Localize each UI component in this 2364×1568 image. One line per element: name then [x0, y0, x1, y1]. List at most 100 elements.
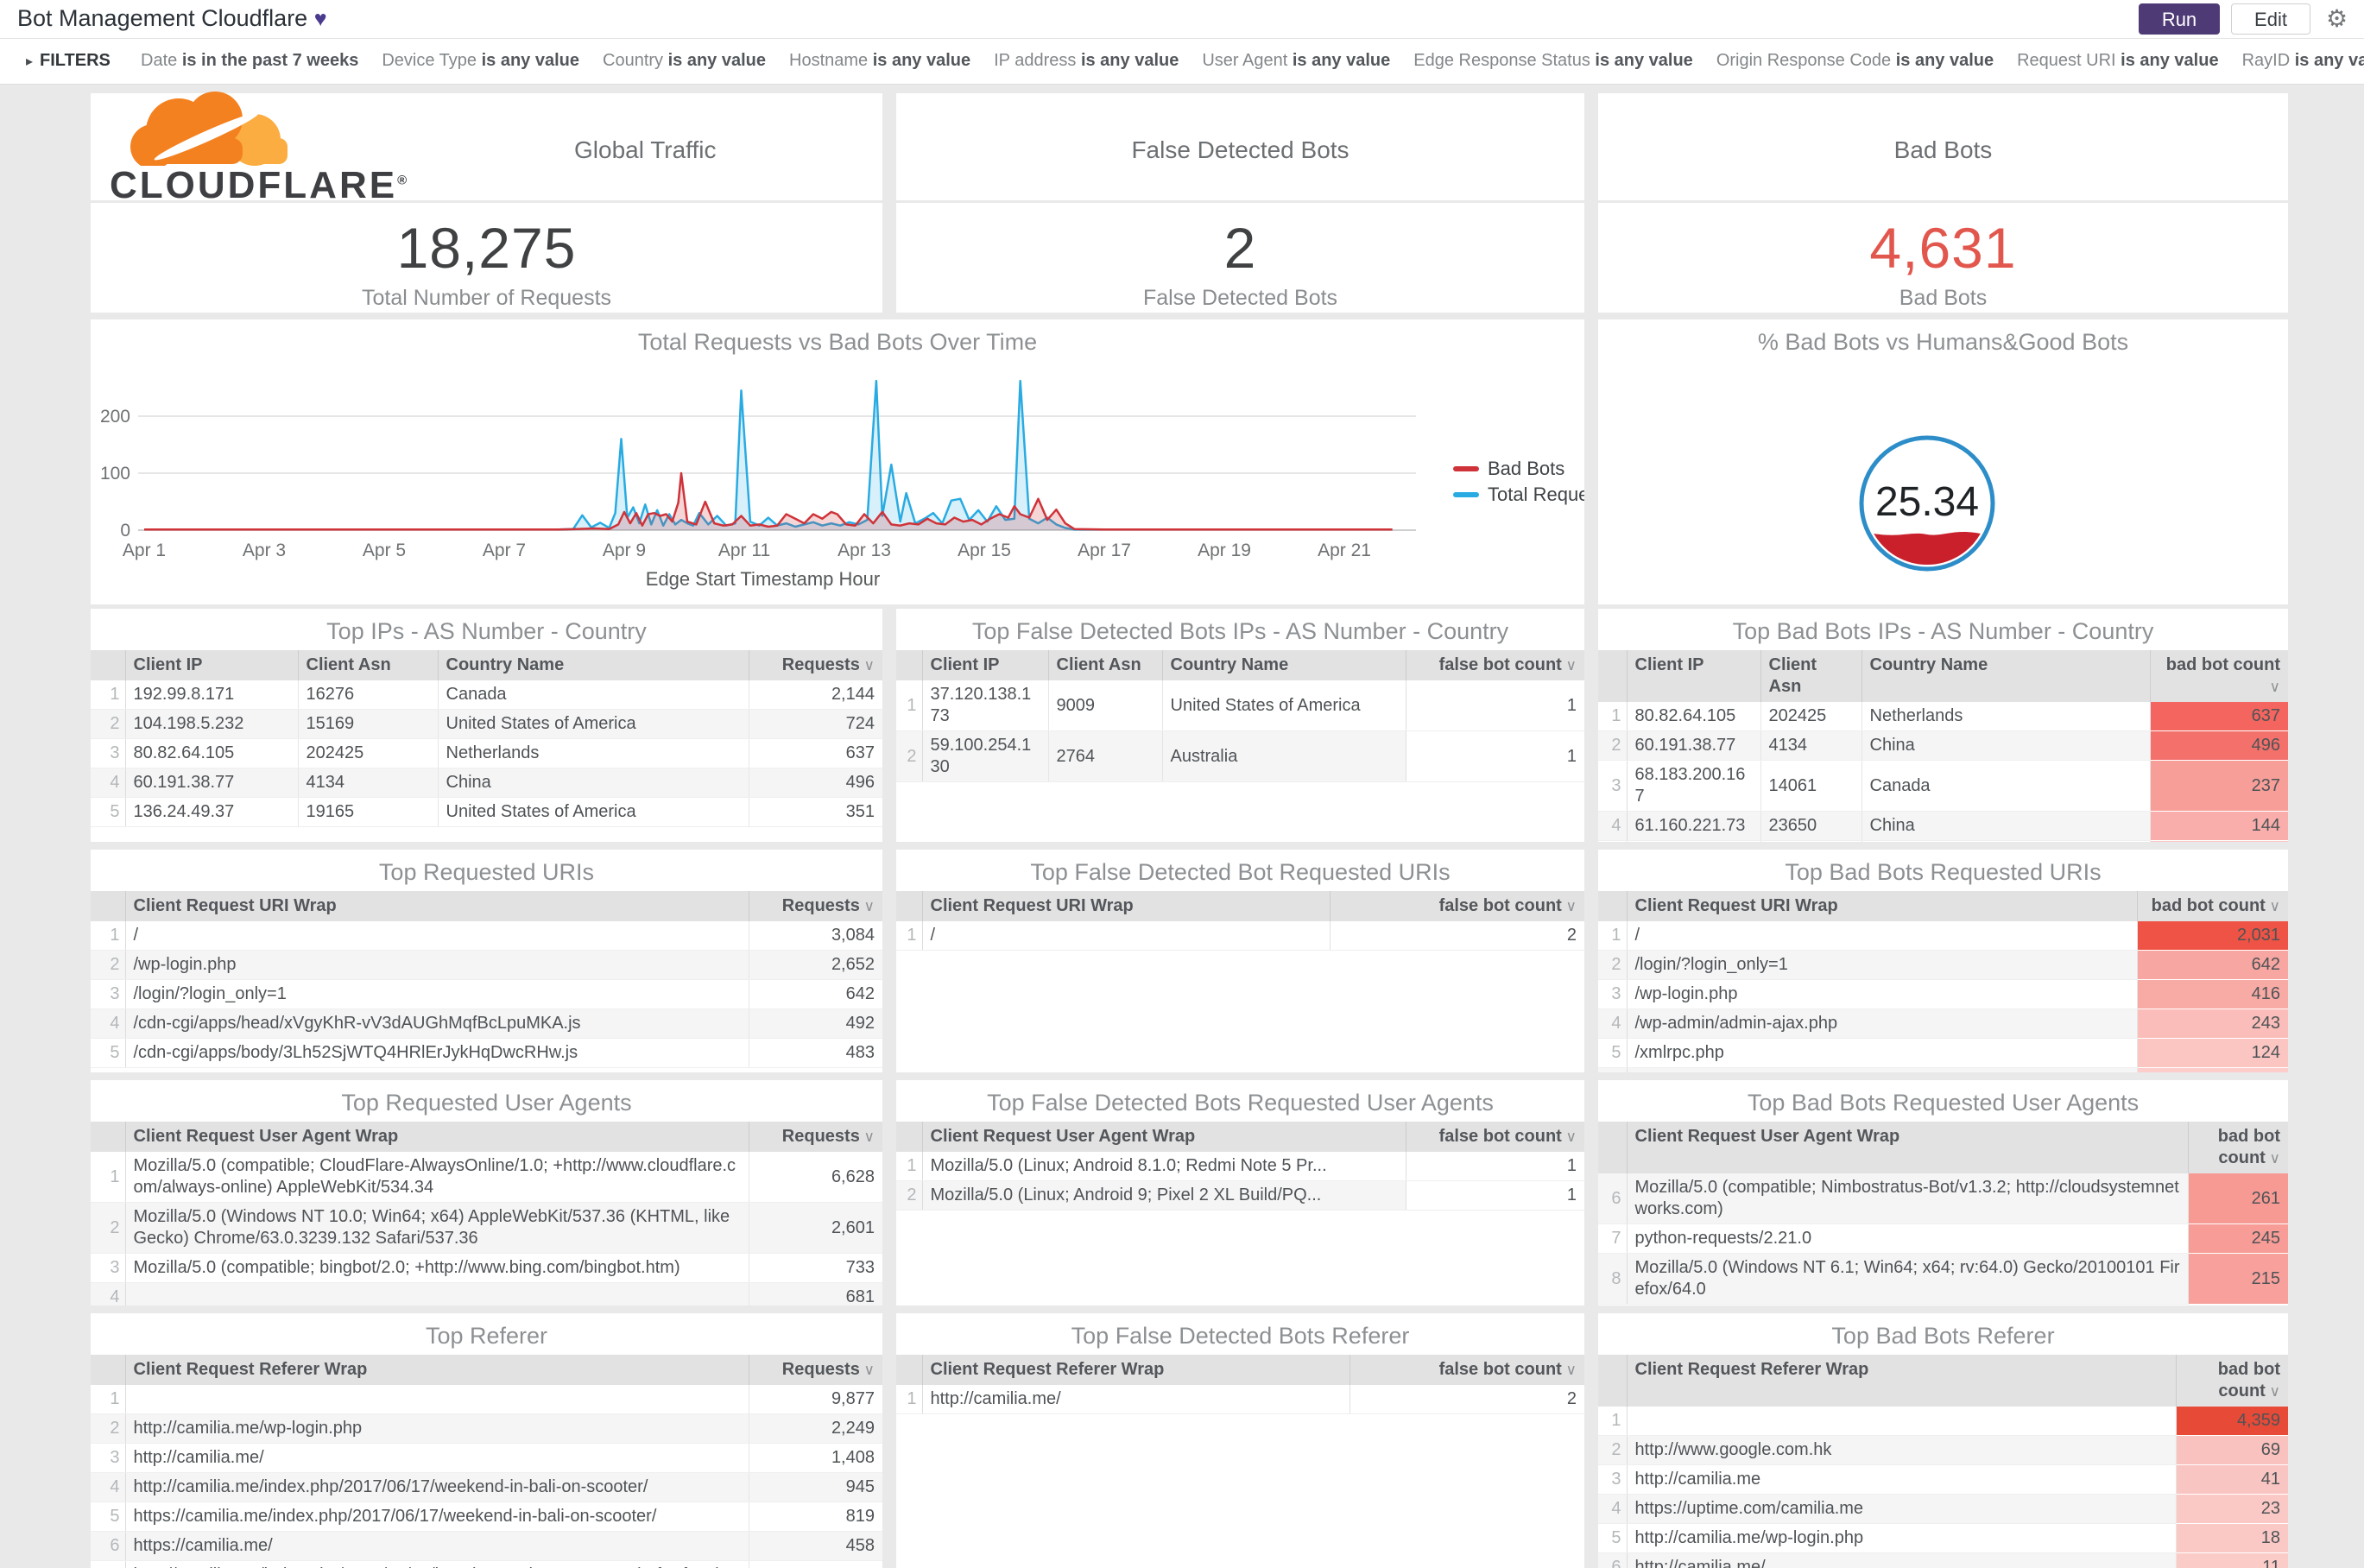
cell: /wp-login.php: [124, 950, 749, 980]
row-number: 4: [1598, 811, 1628, 841]
column-header-bad-bot-count[interactable]: bad bot count ∨: [2175, 1355, 2288, 1407]
cell: 68.183.200.167: [1626, 760, 1760, 812]
column-header-client-asn: Client Asn: [1760, 650, 1861, 702]
cell: Canada: [1861, 760, 2150, 812]
row-number-header: [1598, 1122, 1627, 1173]
cell: 2,144: [748, 680, 882, 710]
cell: 458: [748, 1531, 882, 1561]
cell: 2: [1349, 1385, 1584, 1414]
filter-item-user-agent[interactable]: User Agent is any value: [1202, 51, 1390, 71]
column-header-requests[interactable]: Requests ∨: [748, 650, 882, 680]
table-title: Top Bad Bots Requested User Agents: [1747, 1090, 2140, 1116]
section-title-false-bots: False Detected Bots: [1131, 136, 1350, 163]
cell: python-requests/2.21.0: [1626, 1223, 2188, 1254]
cell: 60.191.38.77: [1626, 730, 1760, 761]
row-number: 2: [1598, 950, 1628, 980]
sort-desc-icon[interactable]: ∨: [860, 898, 875, 914]
table-row: 5/xmlrpc.php 124: [1598, 1038, 2288, 1068]
table-title: Top Bad Bots IPs - AS Number - Country: [1732, 618, 2154, 644]
gauge-chart[interactable]: 25.34: [1598, 357, 2288, 603]
cell: 215: [2187, 1253, 2288, 1305]
filter-item-hostname[interactable]: Hostname is any value: [789, 51, 970, 71]
tile-top-false-user-agents: Top False Detected Bots Requested User A…: [896, 1080, 1584, 1306]
sort-desc-icon[interactable]: ∨: [2270, 679, 2280, 695]
cell: [1626, 840, 1760, 842]
sort-desc-icon[interactable]: ∨: [1562, 1362, 1577, 1378]
sort-desc-icon[interactable]: ∨: [1562, 657, 1577, 673]
table-row: 2 Mozilla/5.0 (Windows NT 10.0; Win64; x6…: [91, 1202, 882, 1254]
column-header-requests[interactable]: Requests ∨: [748, 1122, 882, 1152]
row-number: 1: [896, 921, 923, 951]
tile-top-ips: Top IPs - AS Number - Country Client IP Cl…: [91, 609, 882, 842]
row-number: 3: [1598, 1464, 1628, 1495]
sort-desc-icon[interactable]: ∨: [2266, 898, 2280, 914]
cell: http://camilia.me/: [124, 1443, 749, 1473]
row-number: 6: [1598, 1552, 1628, 1568]
edit-button[interactable]: Edit: [2231, 3, 2310, 35]
row-number: 3: [1598, 760, 1628, 812]
cell: https://camilia.me/index.php/2017/06/17/…: [124, 1502, 749, 1532]
cell: 4134: [1760, 730, 1861, 761]
sort-desc-icon[interactable]: ∨: [1562, 1129, 1577, 1145]
table-row: 3 http://camilia.me 41: [1598, 1464, 2288, 1495]
kpi-label: False Detected Bots: [1142, 286, 1338, 310]
cell: Mozilla/5.0 (compatible; Nimbostratus-Bo…: [1626, 1173, 2188, 1224]
column-header-bad-bot-count[interactable]: bad bot count ∨: [2136, 891, 2288, 921]
filter-item-edge-response-status[interactable]: Edge Response Status is any value: [1413, 51, 1693, 71]
filter-items: Date is in the past 7 weeks Device Type i…: [141, 51, 2364, 71]
table-row: 6 http://camilia.me/11: [1598, 1552, 2288, 1568]
table-title: Top IPs - AS Number - Country: [326, 618, 647, 644]
sort-desc-icon[interactable]: ∨: [2266, 1383, 2280, 1400]
filter-item-ip-address[interactable]: IP address is any value: [994, 51, 1179, 71]
table-title: Top False Detected Bots Requested User A…: [987, 1090, 1494, 1116]
table-row: 4 http://camilia.me/index.php/2017/06/17/…: [91, 1472, 882, 1502]
timeseries-chart[interactable]: 0 100 200 Apr 1 Apr 3 Apr 5 Apr 7 Apr 9 Apr 11 Ap…: [91, 357, 1584, 603]
filter-item-origin-response-code[interactable]: Origin Response Code is any value: [1716, 51, 1994, 71]
column-header-bad-bot-count[interactable]: bad bot count ∨: [2149, 650, 2288, 702]
column-header-requests[interactable]: Requests ∨: [748, 1355, 882, 1385]
row-number: 5: [1598, 1038, 1628, 1068]
column-header-false-bot-count[interactable]: false bot count ∨: [1329, 891, 1584, 921]
sort-desc-icon[interactable]: ∨: [2266, 1150, 2280, 1167]
cloudflare-wordmark: CLOUDFLARE®: [110, 164, 410, 206]
sort-desc-icon[interactable]: ∨: [860, 657, 875, 673]
column-header-country-name: Country Name: [1161, 650, 1406, 680]
column-header-client-request-user-agent-wrap: Client Request User Agent Wrap: [921, 1122, 1406, 1152]
table-row: 2/login/?login_only=1 642: [1598, 950, 2288, 980]
filter-item-request-uri[interactable]: Request URI is any value: [2017, 51, 2218, 71]
kpi-label: Bad Bots: [1899, 286, 1988, 310]
cell: 37.120.138.173: [921, 680, 1048, 731]
tile-top-bad-referer: Top Bad Bots Referer Client Request Refer…: [1598, 1313, 2288, 1568]
table-row: 6 https://camilia.me/458: [91, 1531, 882, 1561]
cell: United States of America: [437, 797, 749, 827]
table-row: 4 681: [91, 1282, 882, 1306]
filter-item-device-type[interactable]: Device Type is any value: [382, 51, 579, 71]
svg-text:Apr 3: Apr 3: [243, 541, 286, 560]
tile-timeseries: Total Requests vs Bad Bots Over Time 0 10…: [91, 319, 1584, 604]
gear-icon[interactable]: ⚙: [2326, 4, 2348, 33]
row-number: 2: [91, 709, 126, 739]
column-header-false-bot-count[interactable]: false bot count ∨: [1349, 1355, 1584, 1385]
sort-desc-icon[interactable]: ∨: [1562, 898, 1577, 914]
row-number: 2: [1598, 1435, 1628, 1465]
column-header-client-request-uri-wrap: Client Request URI Wrap: [124, 891, 749, 921]
filter-item-date[interactable]: Date is in the past 7 weeks: [141, 51, 358, 71]
column-header-requests[interactable]: Requests ∨: [748, 891, 882, 921]
column-header-false-bot-count[interactable]: false bot count ∨: [1405, 1122, 1584, 1152]
cell: Netherlands: [437, 738, 749, 768]
filter-item-rayid[interactable]: RayID is any value: [2242, 51, 2364, 71]
sort-desc-icon[interactable]: ∨: [860, 1129, 875, 1145]
column-header-false-bot-count[interactable]: false bot count ∨: [1405, 650, 1584, 680]
run-button[interactable]: Run: [2139, 3, 2220, 35]
kpi-total-requests: 18,275 Total Number of Requests: [91, 203, 882, 313]
filter-item-country[interactable]: Country is any value: [603, 51, 766, 71]
column-header-bad-bot-count[interactable]: bad bot count ∨: [2187, 1122, 2288, 1173]
filters-toggle[interactable]: ▸ FILTERS: [26, 51, 111, 71]
row-number: 8: [1598, 1253, 1628, 1305]
table-row: 4/cdn-cgi/apps/head/xVgyKhR-vV3dAUGhMqfB…: [91, 1008, 882, 1039]
table-row: 5 136.24.49.37 19165 United States of Ameri…: [91, 797, 882, 827]
cell: 642: [2136, 950, 2288, 980]
cell: 19165: [297, 797, 438, 827]
sort-desc-icon[interactable]: ∨: [860, 1362, 875, 1378]
cell: 59.100.254.130: [921, 730, 1048, 782]
